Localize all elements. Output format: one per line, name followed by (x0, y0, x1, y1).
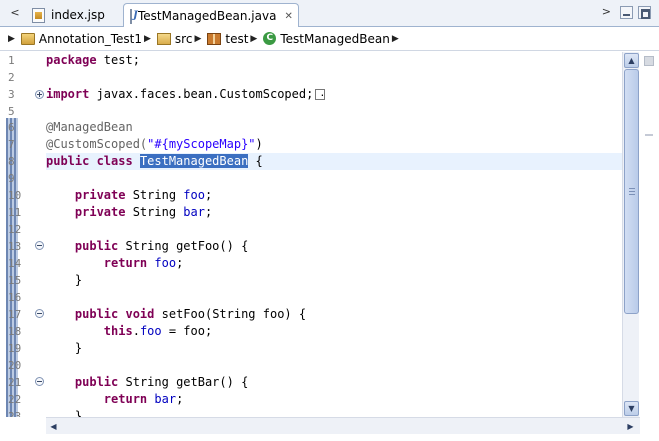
code-line: } (74, 341, 83, 355)
breadcrumb-arrow-icon[interactable]: ▶ (144, 34, 151, 44)
breadcrumb-arrow-icon[interactable]: ▶ (194, 34, 201, 44)
code-line: @CustomScoped("#{myScopeMap}") (46, 137, 263, 151)
expand-fold-icon[interactable] (35, 90, 44, 99)
breadcrumb-label: TestManagedBean (280, 31, 390, 46)
breadcrumb: ▶ Annotation_Test1 ▶ src ▶ test ▶ C Test… (0, 27, 659, 51)
code-line: this.foo = foo; (103, 324, 213, 338)
vertical-scroll-thumb[interactable] (624, 69, 639, 314)
code-editor[interactable]: 1 3 5 6 7 8 9 10 11 12 13 14 15 16 17 18… (0, 52, 659, 441)
vertical-scrollbar[interactable]: ▲ ▼ (622, 52, 639, 417)
project-icon (20, 32, 35, 45)
line-number: 2 (8, 71, 15, 84)
tab-list-button[interactable]: > (602, 5, 611, 18)
scroll-left-button[interactable]: ◀ (46, 419, 61, 434)
line-number: 21 (8, 376, 22, 389)
breadcrumb-label: test (225, 31, 249, 46)
folded-imports-icon[interactable] (315, 85, 325, 102)
breadcrumb-arrow-icon[interactable]: ▶ (392, 34, 399, 44)
code-line: @ManagedBean (46, 120, 133, 134)
code-line: private String bar; (74, 205, 213, 219)
line-number: 16 (8, 291, 22, 304)
overview-ruler[interactable] (640, 52, 659, 417)
line-number: 6 (8, 121, 15, 134)
overview-marker[interactable] (645, 134, 653, 136)
line-number: 20 (8, 359, 22, 372)
breadcrumb-item-test[interactable]: test (207, 32, 248, 46)
tab-label: index.jsp (51, 8, 105, 22)
line-number: 3 (8, 88, 15, 101)
line-number: 10 (8, 189, 22, 202)
line-number: 23 (8, 410, 22, 417)
close-icon[interactable]: ✕ (284, 11, 292, 22)
line-number: 8 (8, 155, 15, 168)
breadcrumb-label: Annotation_Test1 (38, 31, 142, 46)
line-number: 22 (8, 393, 22, 406)
code-line: } (74, 273, 83, 287)
breadcrumb-item-src[interactable]: src (156, 31, 193, 46)
scroll-up-button[interactable]: ▲ (624, 53, 639, 68)
line-number: 17 (8, 308, 22, 321)
breadcrumb-item-class[interactable]: C TestManagedBean (263, 32, 390, 46)
line-number: 12 (8, 223, 22, 236)
package-icon (207, 32, 222, 45)
line-number: 13 (8, 240, 22, 253)
code-line: public String getFoo() { (74, 239, 249, 253)
code-line: import javax.faces.bean.CustomScoped; (46, 85, 325, 103)
class-icon: C (263, 32, 277, 45)
breadcrumb-label: src (174, 31, 193, 46)
horizontal-scrollbar[interactable]: ◀ ▶ (46, 417, 640, 434)
tab-index-jsp[interactable]: index.jsp (26, 3, 122, 27)
code-line: private String foo; (74, 188, 213, 202)
code-line: public String getBar() { (74, 375, 249, 389)
code-line: package test; (46, 53, 140, 67)
line-number: 19 (8, 342, 22, 355)
line-number: 11 (8, 206, 22, 219)
code-text-area[interactable]: package test; import javax.faces.bean.Cu… (46, 52, 622, 417)
collapse-fold-icon[interactable] (35, 309, 44, 318)
overview-status-icon (644, 56, 654, 66)
scroll-down-button[interactable]: ▼ (624, 401, 639, 416)
line-number: 15 (8, 274, 22, 287)
minimize-button[interactable] (620, 6, 633, 19)
editor-tab-bar: < index.jsp TestManagedBean.java ✕ > (0, 0, 659, 28)
grip-icon (629, 188, 635, 195)
maximize-button[interactable] (638, 6, 651, 19)
breadcrumb-item-project[interactable]: Annotation_Test1 (20, 31, 142, 46)
line-number: 18 (8, 325, 22, 338)
java-file-icon (130, 8, 138, 24)
collapse-fold-icon[interactable] (35, 377, 44, 386)
code-line: } (74, 409, 83, 417)
line-number: 5 (8, 105, 15, 118)
code-line: public class TestManagedBean { (46, 154, 263, 168)
tab-testmanagedbean-java[interactable]: TestManagedBean.java ✕ (123, 3, 299, 28)
code-line: return bar; (103, 392, 184, 406)
line-number: 14 (8, 257, 22, 270)
code-line: return foo; (103, 256, 184, 270)
tab-label: TestManagedBean.java (138, 9, 277, 23)
gutter-corner (0, 417, 46, 441)
breadcrumb-arrow-icon[interactable]: ▶ (8, 34, 15, 44)
line-number: 1 (8, 54, 15, 67)
tab-scroll-left-button[interactable]: < (8, 5, 22, 21)
jsp-file-icon (32, 7, 45, 23)
breadcrumb-arrow-icon[interactable]: ▶ (250, 34, 257, 44)
scroll-right-button[interactable]: ▶ (623, 419, 638, 434)
line-number: 9 (8, 172, 15, 185)
code-line: public void setFoo(String foo) { (74, 307, 307, 321)
line-number: 7 (8, 138, 15, 151)
collapse-fold-icon[interactable] (35, 241, 44, 250)
selected-text: TestManagedBean (139, 154, 249, 168)
source-folder-icon (156, 32, 171, 45)
